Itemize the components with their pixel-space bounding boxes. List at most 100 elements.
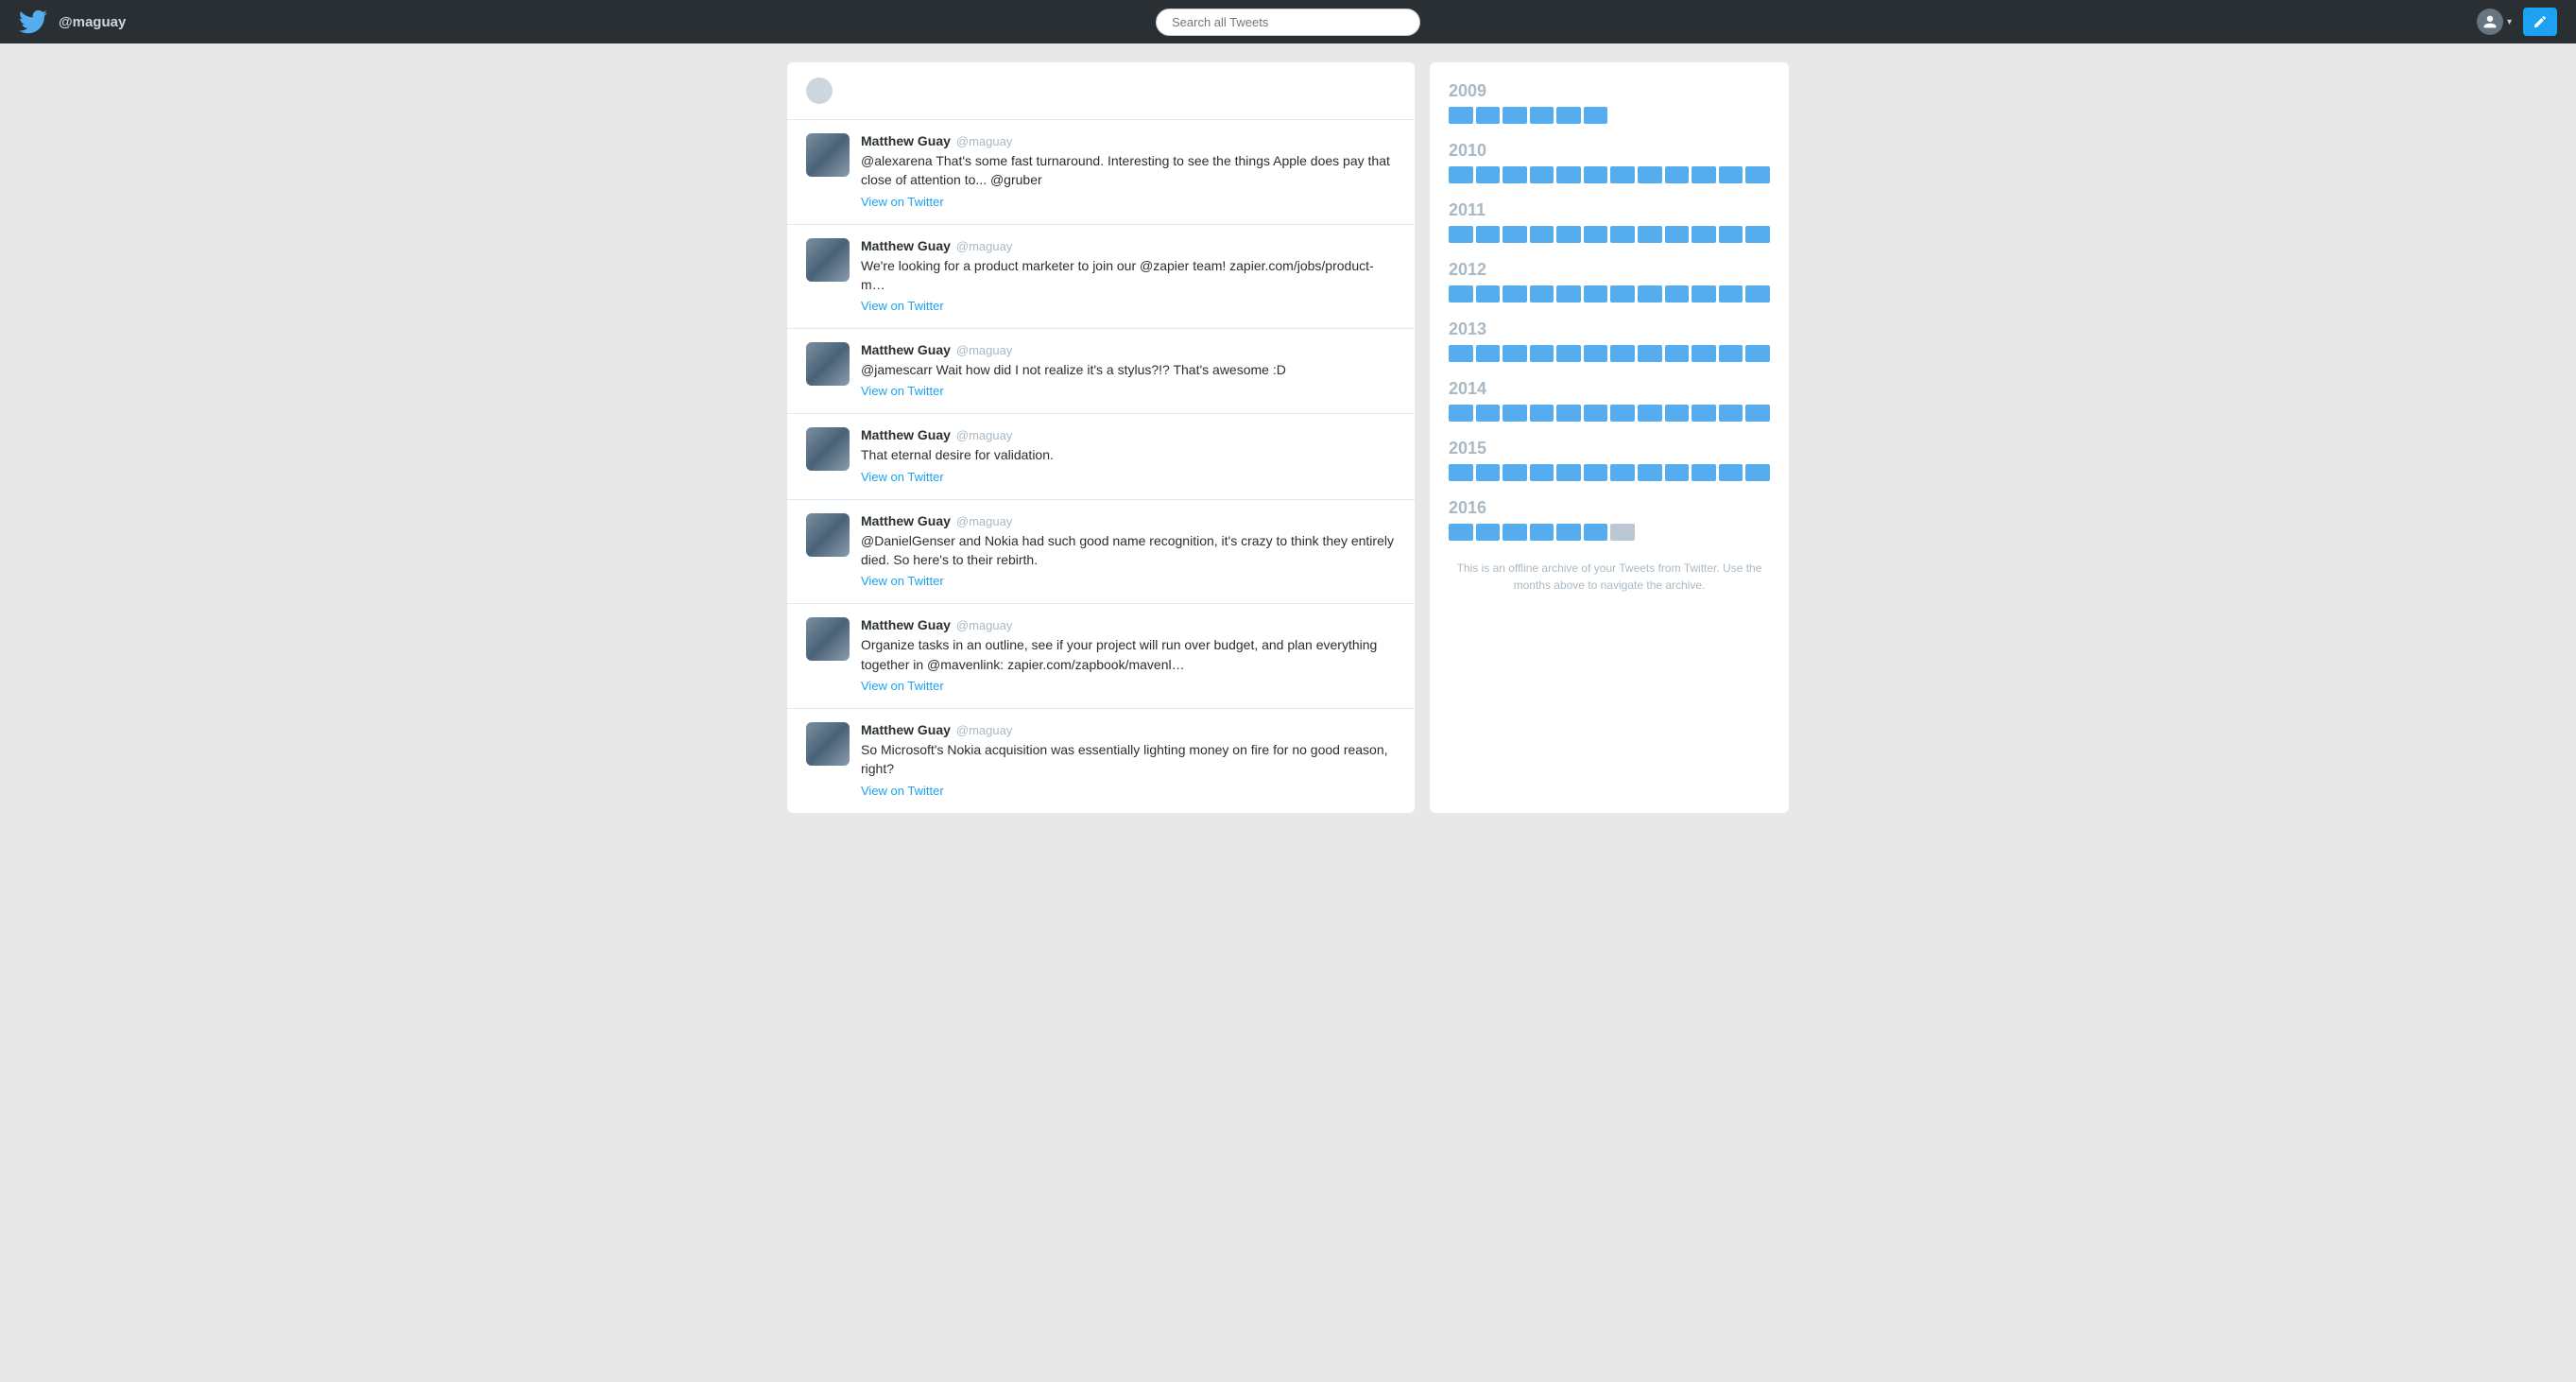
month-bar[interactable] [1745, 226, 1770, 243]
month-bar[interactable] [1665, 464, 1690, 481]
month-bar[interactable] [1476, 285, 1501, 302]
month-bar[interactable] [1584, 345, 1608, 362]
tweet-text: So Microsoft's Nokia acquisition was ess… [861, 740, 1396, 779]
month-bar[interactable] [1745, 345, 1770, 362]
month-bar[interactable] [1503, 226, 1527, 243]
view-on-twitter-link[interactable]: View on Twitter [861, 679, 944, 693]
month-bar[interactable] [1665, 345, 1690, 362]
month-bar[interactable] [1530, 166, 1554, 183]
month-bar[interactable] [1449, 524, 1473, 541]
month-bar[interactable] [1476, 524, 1501, 541]
month-bar[interactable] [1638, 405, 1662, 422]
month-bar[interactable] [1449, 285, 1473, 302]
month-bar[interactable] [1476, 107, 1501, 124]
month-bar[interactable] [1692, 405, 1716, 422]
month-bar[interactable] [1745, 405, 1770, 422]
month-bar[interactable] [1665, 166, 1690, 183]
month-bar[interactable] [1476, 405, 1501, 422]
month-bar[interactable] [1556, 285, 1581, 302]
month-bar[interactable] [1692, 166, 1716, 183]
month-bar[interactable] [1556, 166, 1581, 183]
view-on-twitter-link[interactable]: View on Twitter [861, 195, 944, 209]
month-bar[interactable] [1745, 285, 1770, 302]
month-bar[interactable] [1692, 464, 1716, 481]
view-on-twitter-link[interactable]: View on Twitter [861, 384, 944, 398]
month-bar[interactable] [1719, 464, 1743, 481]
month-bar[interactable] [1719, 285, 1743, 302]
month-bar[interactable] [1719, 226, 1743, 243]
month-bar[interactable] [1449, 464, 1473, 481]
month-bar[interactable] [1556, 345, 1581, 362]
month-bar[interactable] [1584, 166, 1608, 183]
month-bar[interactable] [1449, 405, 1473, 422]
month-bar[interactable] [1476, 166, 1501, 183]
user-menu-button[interactable]: ▾ [2477, 9, 2512, 35]
month-bar[interactable] [1584, 405, 1608, 422]
view-on-twitter-link[interactable]: View on Twitter [861, 299, 944, 313]
month-bar[interactable] [1610, 524, 1635, 541]
month-bar [1638, 524, 1662, 541]
month-bar[interactable] [1503, 285, 1527, 302]
month-bar[interactable] [1530, 524, 1554, 541]
month-bar[interactable] [1449, 345, 1473, 362]
month-bar[interactable] [1665, 226, 1690, 243]
month-bar[interactable] [1745, 166, 1770, 183]
month-bar[interactable] [1530, 285, 1554, 302]
month-bar[interactable] [1503, 405, 1527, 422]
month-bar[interactable] [1610, 464, 1635, 481]
month-bar[interactable] [1719, 405, 1743, 422]
month-bar[interactable] [1503, 464, 1527, 481]
month-bar[interactable] [1584, 524, 1608, 541]
month-bar[interactable] [1638, 464, 1662, 481]
month-bar[interactable] [1556, 107, 1581, 124]
month-bar[interactable] [1584, 226, 1608, 243]
month-bar[interactable] [1530, 107, 1554, 124]
month-bar[interactable] [1449, 107, 1473, 124]
compose-button[interactable] [2523, 8, 2557, 36]
month-bar[interactable] [1530, 405, 1554, 422]
month-bar[interactable] [1638, 166, 1662, 183]
month-bar[interactable] [1665, 405, 1690, 422]
month-bar[interactable] [1584, 107, 1608, 124]
tweet-body: Matthew Guay @maguay @alexarena That's s… [861, 133, 1396, 211]
month-bar[interactable] [1610, 345, 1635, 362]
month-bar[interactable] [1638, 226, 1662, 243]
month-bar[interactable] [1556, 464, 1581, 481]
month-bar[interactable] [1503, 107, 1527, 124]
month-bar[interactable] [1719, 166, 1743, 183]
month-bar[interactable] [1530, 464, 1554, 481]
month-bar[interactable] [1638, 345, 1662, 362]
month-bar[interactable] [1476, 464, 1501, 481]
view-on-twitter-link[interactable]: View on Twitter [861, 470, 944, 484]
month-bar[interactable] [1610, 405, 1635, 422]
month-bar[interactable] [1610, 285, 1635, 302]
month-bar[interactable] [1610, 166, 1635, 183]
month-bar[interactable] [1692, 285, 1716, 302]
month-bar[interactable] [1476, 226, 1501, 243]
month-bar[interactable] [1503, 524, 1527, 541]
month-bar[interactable] [1692, 226, 1716, 243]
month-bar[interactable] [1665, 285, 1690, 302]
month-bar[interactable] [1503, 345, 1527, 362]
month-bar[interactable] [1503, 166, 1527, 183]
month-bar[interactable] [1610, 226, 1635, 243]
month-bar[interactable] [1476, 345, 1501, 362]
back-button[interactable] [806, 78, 833, 104]
month-bar[interactable] [1584, 464, 1608, 481]
month-bar[interactable] [1449, 166, 1473, 183]
month-bar[interactable] [1719, 345, 1743, 362]
month-bar[interactable] [1449, 226, 1473, 243]
view-on-twitter-link[interactable]: View on Twitter [861, 784, 944, 798]
month-bar[interactable] [1638, 285, 1662, 302]
month-bar[interactable] [1556, 226, 1581, 243]
month-bar[interactable] [1556, 524, 1581, 541]
month-bar[interactable] [1530, 226, 1554, 243]
month-bar[interactable] [1556, 405, 1581, 422]
month-bar[interactable] [1584, 285, 1608, 302]
month-bar[interactable] [1745, 464, 1770, 481]
tweet-handle: @maguay [956, 134, 1012, 148]
view-on-twitter-link[interactable]: View on Twitter [861, 574, 944, 588]
month-bar[interactable] [1692, 345, 1716, 362]
month-bar[interactable] [1530, 345, 1554, 362]
search-input[interactable] [1156, 9, 1420, 36]
